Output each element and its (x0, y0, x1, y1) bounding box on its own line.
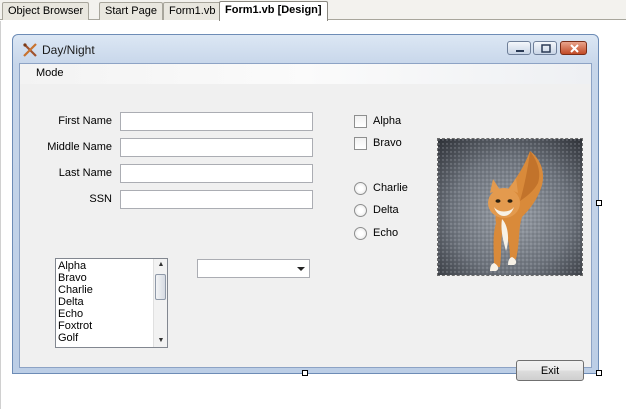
tab-form1-design[interactable]: Form1.vb [Design] (219, 1, 328, 21)
scroll-down-arrow-icon[interactable]: ▼ (154, 335, 167, 347)
form-title: Day/Night (42, 43, 95, 57)
ssn-label: SSN (89, 193, 112, 205)
form-client-area: Mode First Name Middle Name Last Name SS… (19, 63, 592, 381)
crossed-tools-icon (22, 42, 38, 58)
tab-start-page[interactable]: Start Page (99, 2, 163, 20)
delta-radio[interactable] (354, 204, 367, 217)
items-listbox[interactable]: Alpha Bravo Charlie Delta Echo Foxtrot G… (55, 258, 168, 348)
list-item[interactable]: Echo (58, 308, 167, 320)
list-item[interactable]: Alpha (58, 260, 167, 272)
alpha-checkbox[interactable] (354, 115, 367, 128)
alpha-checkbox-label: Alpha (373, 115, 402, 127)
maximize-button[interactable] (533, 41, 557, 55)
tab-form1-vb[interactable]: Form1.vb (163, 2, 222, 20)
scroll-up-arrow-icon[interactable]: ▲ (154, 259, 167, 271)
charlie-radio-label: Charlie (373, 182, 408, 194)
last-name-label: Last Name (58, 167, 112, 179)
echo-radio-label: Echo (373, 227, 399, 239)
document-tab-strip: Object Browser Start Page Form1.vb Form1… (0, 0, 626, 21)
form-titlebar: Day/Night (13, 35, 598, 63)
delta-radio-label: Delta (373, 204, 399, 216)
list-item[interactable]: Golf (58, 332, 167, 344)
last-name-field[interactable] (120, 164, 313, 183)
bravo-checkbox[interactable] (354, 137, 367, 150)
scrollbar-thumb[interactable] (155, 274, 166, 300)
resize-grip-bottom[interactable] (302, 370, 308, 376)
list-item[interactable]: Foxtrot (58, 320, 167, 332)
first-name-label: First Name (58, 115, 112, 127)
menu-item-mode[interactable]: Mode (36, 67, 64, 79)
echo-radio[interactable] (354, 227, 367, 240)
listbox-scrollbar[interactable]: ▲ ▼ (153, 259, 167, 347)
bravo-checkbox-label: Bravo (373, 137, 402, 149)
middle-name-field[interactable] (120, 138, 313, 157)
list-item[interactable]: Delta (58, 296, 167, 308)
form-window[interactable]: Day/Night Mode First Name Middle Name La… (12, 34, 599, 381)
resize-grip-right[interactable] (596, 200, 602, 206)
ssn-field[interactable] (120, 190, 313, 209)
cat-picture (437, 138, 583, 276)
exit-button[interactable]: Exit (516, 360, 584, 381)
minimize-button[interactable] (507, 41, 531, 55)
middle-name-label: Middle Name (47, 141, 112, 153)
first-name-field[interactable] (120, 112, 313, 131)
menu-bar: Mode (20, 64, 591, 84)
options-combobox[interactable] (197, 259, 310, 278)
tab-object-browser[interactable]: Object Browser (2, 2, 90, 20)
resize-grip-corner[interactable] (596, 370, 602, 376)
list-item[interactable]: Bravo (58, 272, 167, 284)
close-button[interactable] (560, 41, 587, 55)
charlie-radio[interactable] (354, 182, 367, 195)
chevron-down-icon[interactable] (297, 267, 305, 271)
list-item[interactable]: Charlie (58, 284, 167, 296)
